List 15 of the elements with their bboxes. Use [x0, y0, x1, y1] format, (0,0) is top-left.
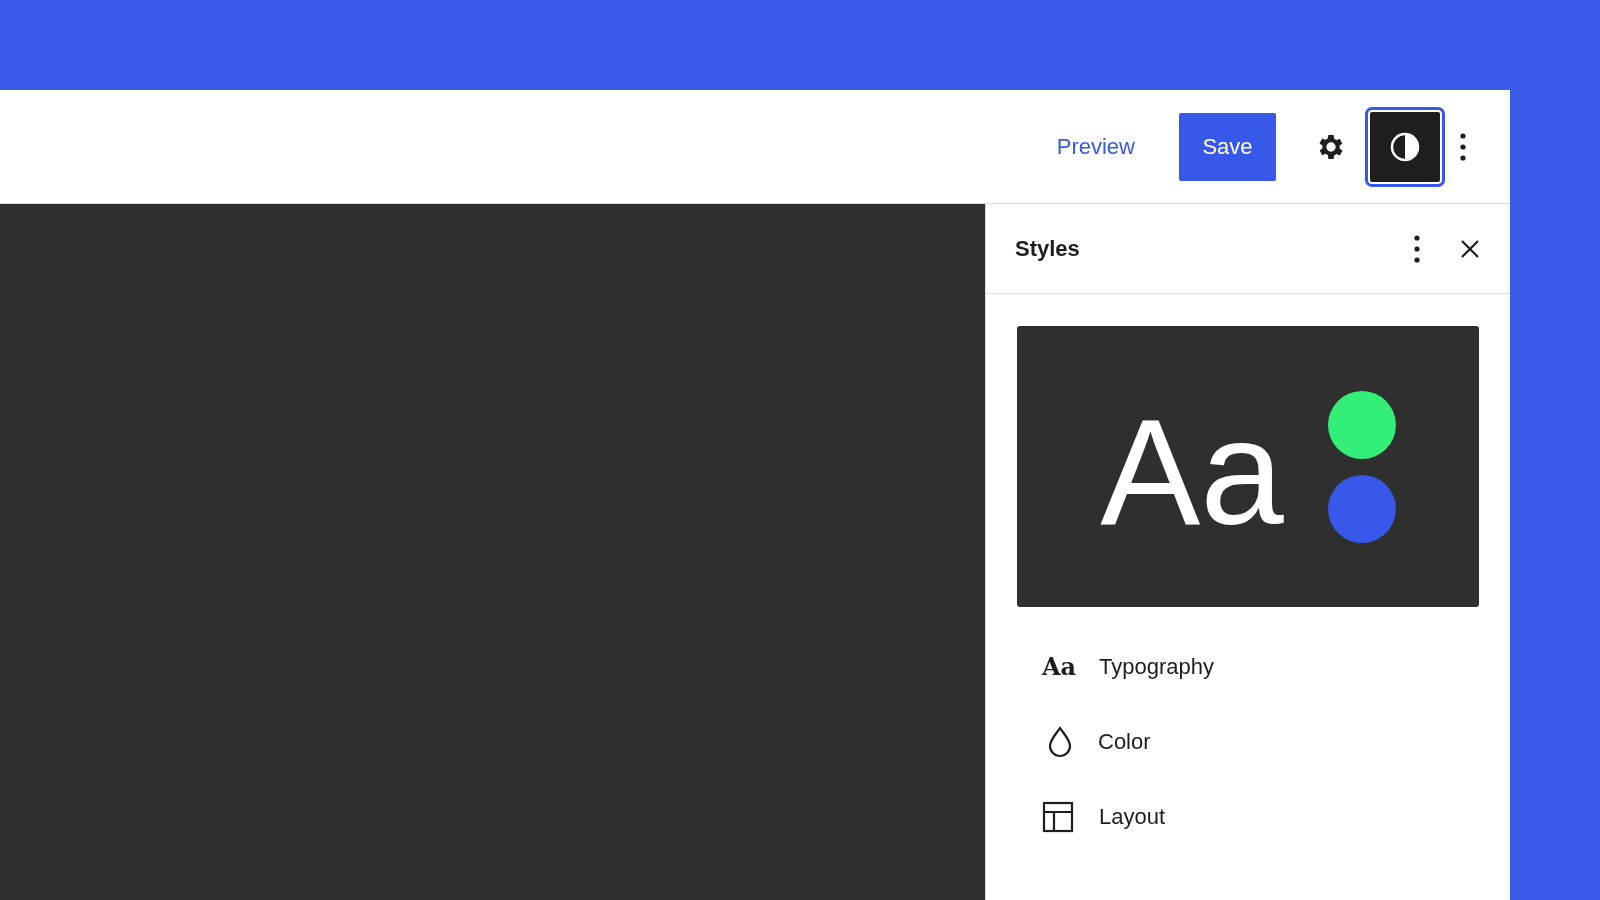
- layout-icon: [1042, 800, 1074, 833]
- more-options-icon[interactable]: [1414, 234, 1420, 263]
- half-circle-icon: [1389, 130, 1421, 163]
- menu-item[interactable]: Layout: [986, 779, 1510, 854]
- typography-icon: Aa: [1042, 648, 1079, 685]
- panel-title: Styles: [1015, 235, 1081, 263]
- preview-link[interactable]: Preview: [1044, 122, 1147, 171]
- menu-item[interactable]: Color: [986, 704, 1510, 779]
- menu-item[interactable]: Aa Typography: [986, 629, 1510, 704]
- close-icon[interactable]: [1460, 238, 1480, 259]
- sample-text: Aa: [1100, 386, 1284, 547]
- more-options-icon[interactable]: [1460, 132, 1466, 161]
- droplet-icon: [1047, 725, 1073, 758]
- styles-toggle-button[interactable]: [1368, 109, 1442, 184]
- save-button[interactable]: Save: [1179, 112, 1276, 181]
